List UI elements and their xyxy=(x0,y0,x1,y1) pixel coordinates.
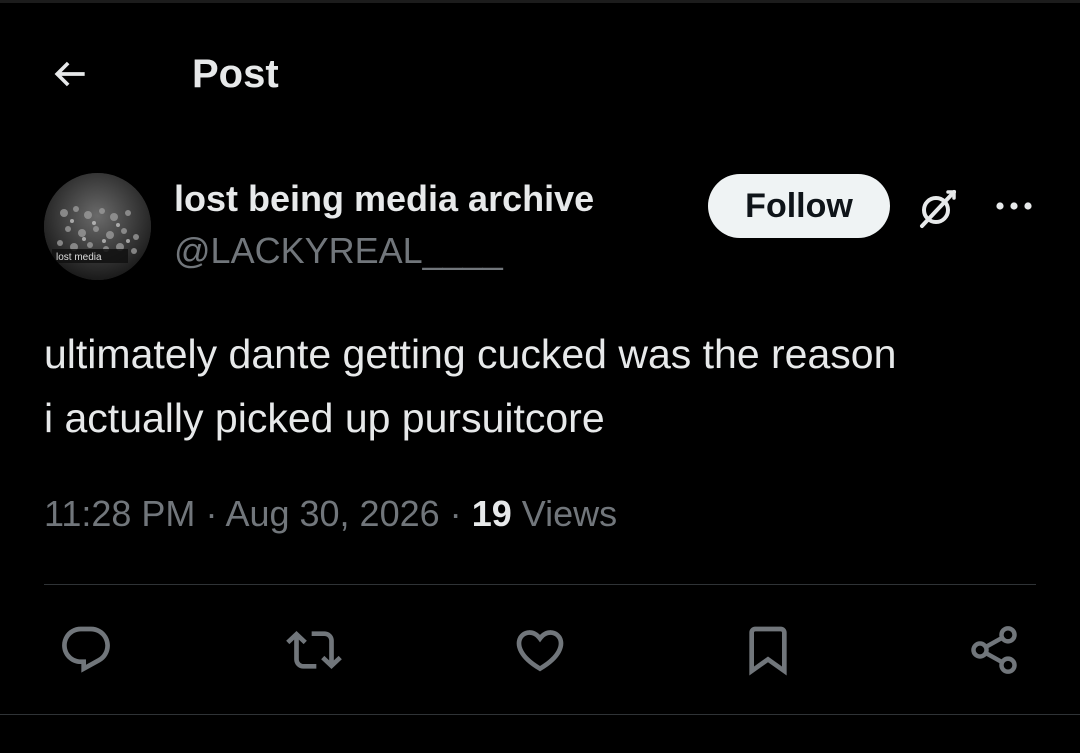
post-body: ultimately dante getting cucked was the … xyxy=(44,322,1044,450)
views-label: Views xyxy=(521,493,618,534)
bookmark-icon xyxy=(749,626,787,676)
share-button[interactable] xyxy=(964,620,1024,680)
avatar-image: lost media xyxy=(44,173,151,280)
like-icon xyxy=(516,630,564,672)
follow-button[interactable]: Follow xyxy=(708,174,890,238)
avatar-caption: lost media xyxy=(56,252,102,263)
divider xyxy=(44,584,1036,585)
post-date[interactable]: Aug 30, 2026 xyxy=(225,493,439,534)
reply-icon xyxy=(62,626,110,673)
more-options-button[interactable] xyxy=(984,180,1044,232)
more-dots-icon xyxy=(996,202,1032,210)
like-button[interactable] xyxy=(510,620,570,680)
repost-icon xyxy=(286,631,342,669)
share-icon xyxy=(971,626,1017,674)
repost-button[interactable] xyxy=(284,620,344,680)
post-line: i actually picked up pursuitcore xyxy=(44,395,605,441)
back-button[interactable] xyxy=(46,50,94,98)
meta-separator: · xyxy=(449,493,462,534)
page-header: Post xyxy=(0,0,1080,140)
post-time[interactable]: 11:28 PM xyxy=(44,493,195,534)
views-link[interactable]: 19 Views xyxy=(472,493,617,534)
grok-button[interactable] xyxy=(908,180,968,236)
avatar[interactable]: lost media xyxy=(44,173,151,280)
post-line: ultimately dante getting cucked was the … xyxy=(44,331,897,377)
views-count: 19 xyxy=(471,493,512,534)
bookmark-button[interactable] xyxy=(738,620,798,680)
arrow-left-icon xyxy=(54,61,85,87)
page-title: Post xyxy=(192,52,279,96)
grok-icon xyxy=(920,190,956,228)
author-handle[interactable]: @LACKYREAL____ xyxy=(174,230,503,272)
reply-button[interactable] xyxy=(56,620,116,680)
meta-separator: · xyxy=(205,493,218,534)
divider xyxy=(0,714,1080,715)
author-display-name[interactable]: lost being media archive xyxy=(174,178,594,220)
post-meta: 11:28 PM · Aug 30, 2026 · 19 Views xyxy=(44,492,617,536)
